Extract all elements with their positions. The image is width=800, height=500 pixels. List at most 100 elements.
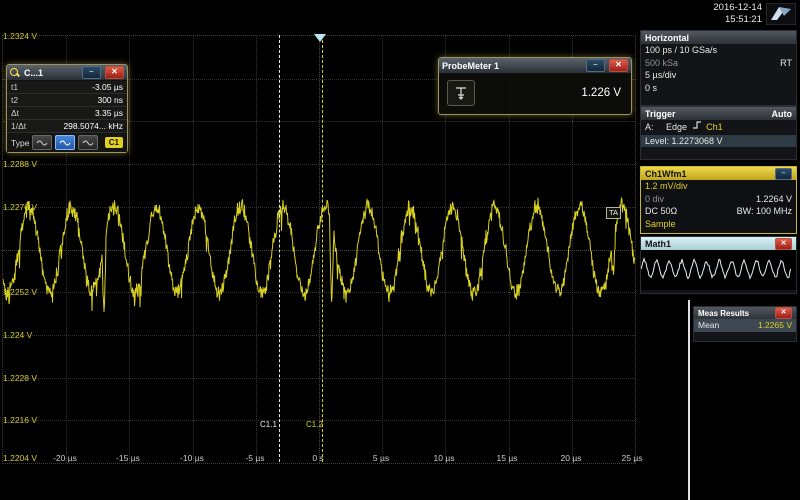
cursor-row-t1: t1 -3.05 µs (7, 81, 127, 94)
trigger-panel: Trigger Auto A: Edge Ch1 Level: 1.227306… (640, 106, 797, 160)
smartgrid-divider[interactable] (688, 300, 690, 500)
trigger-level-value: Level: 1.2273068 V (645, 135, 723, 148)
x-axis-label: 10 µs (424, 453, 464, 463)
cursor-row-label: t2 (11, 95, 18, 105)
meas-value: 1.2265 V (758, 319, 792, 332)
trigger-panel-header[interactable]: Trigger Auto (641, 107, 796, 120)
cursor-type-vertical-button[interactable] (55, 135, 75, 150)
x-axis-label: -20 µs (45, 453, 85, 463)
horizontal-position-row[interactable]: 0 s (641, 82, 796, 95)
cursor-type-both-button[interactable] (78, 135, 98, 150)
trigger-level-marker[interactable]: TA (606, 207, 621, 219)
x-axis-label: 0 s (298, 453, 338, 463)
cursor-icon (10, 68, 20, 78)
sidebar: 2016-12-14 15:51:21 Horizontal 100 ps / … (640, 0, 800, 500)
date-label: 2016-12-14 (640, 2, 762, 14)
trigger-source-row[interactable]: A: Edge Ch1 (641, 120, 796, 134)
meas-results-panel: Meas Results ✕ Mean 1.2265 V (693, 306, 797, 342)
rs-logo (766, 3, 796, 30)
minimize-button[interactable]: – (82, 66, 101, 79)
channel1-panel-header[interactable]: Ch1Wfm1 – (641, 167, 796, 180)
close-button[interactable]: ✕ (775, 307, 792, 319)
cursor-type-row: Type C1 (7, 133, 127, 152)
edge-icon (692, 120, 702, 130)
probemeter-title: ProbeMeter 1 (442, 61, 499, 71)
y-axis-label: 1.2276 V (3, 202, 37, 212)
y-axis-label: 1.2324 V (3, 31, 37, 41)
trigger-level-row[interactable]: Level: 1.2273068 V (641, 135, 796, 148)
minimize-button[interactable]: – (586, 59, 605, 72)
time-label: 15:51:21 (640, 14, 762, 26)
close-button[interactable]: ✕ (609, 59, 628, 72)
channel1-coupling-row[interactable]: DC 50Ω BW: 100 MHz (641, 205, 796, 218)
cursor-source-badge[interactable]: C1 (105, 137, 123, 148)
cursor-2-label: C1.2 (306, 420, 323, 429)
x-axis-label: 20 µs (551, 453, 591, 463)
record-length-value: 500 kSa (645, 57, 678, 70)
math1-preview[interactable] (641, 250, 796, 290)
probemeter-window: ProbeMeter 1 – ✕ 1.226 V (438, 57, 632, 115)
cursor-row-label: Δt (11, 108, 19, 118)
horizontal-resolution-row[interactable]: 100 ps / 10 GSa/s (641, 44, 796, 57)
trigger-title: Trigger (645, 109, 676, 119)
sine-icon (36, 139, 48, 147)
cursor-row-value: 300 ns (97, 95, 123, 105)
math1-panel: Math1 ✕ (640, 236, 797, 294)
math1-panel-header[interactable]: Math1 ✕ (641, 237, 796, 250)
channel1-scale-row[interactable]: 1.2 mV/div (641, 180, 796, 193)
timebase-value: 5 µs/div (645, 69, 676, 82)
close-button[interactable]: ✕ (775, 238, 792, 250)
channel1-scale: 1.2 mV/div (645, 180, 688, 193)
cursor-row-dt: Δt 3.35 µs (7, 107, 127, 120)
trigger-position-marker[interactable] (314, 34, 326, 42)
meas-panel-header[interactable]: Meas Results ✕ (694, 307, 796, 319)
y-axis-label: 1.224 V (3, 330, 32, 340)
sine-icon (82, 139, 94, 147)
cursor-row-t2: t2 300 ns (7, 94, 127, 107)
close-button[interactable]: ✕ (105, 66, 124, 79)
position-value: 0 s (645, 82, 657, 95)
probemeter-body: 1.226 V (439, 74, 631, 114)
horizontal-timebase-row[interactable]: 5 µs/div (641, 69, 796, 82)
cursor-row-value: 3.35 µs (95, 108, 123, 118)
cursor-row-label: 1/Δt (11, 121, 26, 131)
y-axis-label: 1.2228 V (3, 373, 37, 383)
cursor-type-horizontal-button[interactable] (32, 135, 52, 150)
meas-mean-row[interactable]: Mean 1.2265 V (694, 319, 796, 332)
horizontal-panel: Horizontal 100 ps / 10 GSa/s 500 kSa RT … (640, 30, 797, 106)
x-axis-label: 15 µs (487, 453, 527, 463)
y-axis-label: 1.2204 V (3, 453, 37, 463)
y-axis-label: 1.2252 V (3, 287, 37, 297)
probemeter-titlebar[interactable]: ProbeMeter 1 – ✕ (439, 58, 631, 74)
minimize-button[interactable]: – (775, 168, 792, 180)
cursor-row-value: -3.05 µs (92, 82, 123, 92)
cursor-1-label: C1.1 (260, 420, 277, 429)
x-axis-label: 25 µs (612, 453, 652, 463)
trigger-type: Edge (666, 122, 687, 132)
x-axis-label: -10 µs (172, 453, 212, 463)
horizontal-panel-header[interactable]: Horizontal (641, 31, 796, 44)
cursor-results-window: C...1 – ✕ t1 -3.05 µs t2 300 ns Δt 3.35 … (6, 64, 128, 153)
cursor-row-inv-dt: 1/Δt 298.5074... kHz (7, 120, 127, 133)
meas-title: Meas Results (698, 309, 749, 318)
channel1-panel: Ch1Wfm1 – 1.2 mV/div 0 div 1.2264 V DC 5… (640, 166, 797, 234)
channel1-title: Ch1Wfm1 (645, 169, 687, 179)
trigger-a-label: A: (645, 122, 654, 132)
probe-icon (447, 80, 475, 106)
channel1-mode: Sample (645, 218, 676, 231)
realtime-badge: RT (780, 57, 792, 70)
channel1-coupling: DC 50Ω (645, 205, 677, 218)
trigger-source: Ch1 (706, 122, 723, 132)
channel1-bandwidth: BW: 100 MHz (737, 205, 792, 218)
cursor-row-label: t1 (11, 82, 18, 92)
channel1-mode-row[interactable]: Sample (641, 218, 796, 231)
horizontal-record-row[interactable]: 500 kSa RT (641, 57, 796, 70)
channel1-position-row[interactable]: 0 div 1.2264 V (641, 193, 796, 206)
cursor-row-value: 298.5074... kHz (63, 121, 123, 131)
cursor-line-1[interactable] (279, 35, 280, 462)
trigger-mode: Auto (772, 109, 793, 119)
cursor-line-2[interactable] (322, 35, 323, 462)
cursor-window-title: C...1 (24, 68, 43, 78)
cursor-window-titlebar[interactable]: C...1 – ✕ (7, 65, 127, 81)
meas-name: Mean (698, 319, 719, 332)
